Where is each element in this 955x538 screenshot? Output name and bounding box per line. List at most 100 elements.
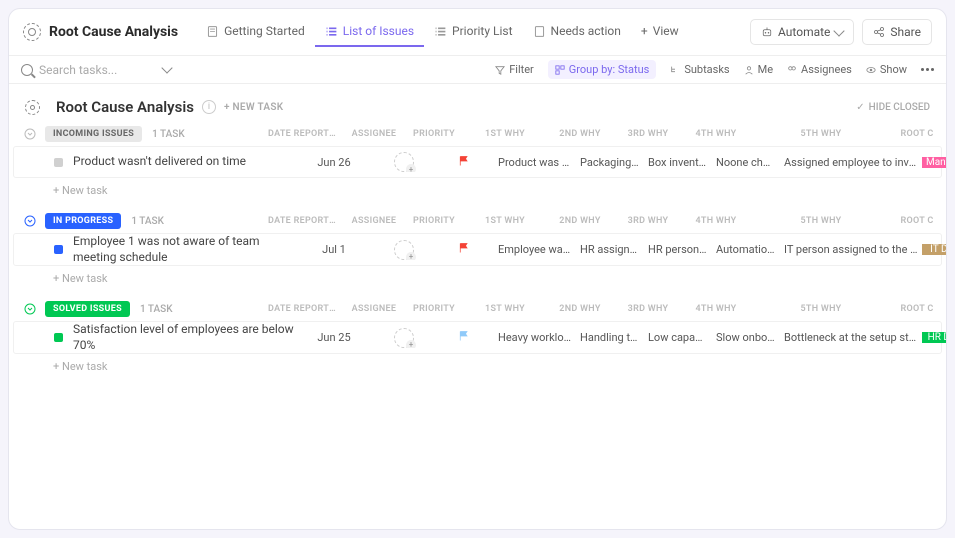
assignee-avatar [394, 240, 414, 260]
collapse-toggle[interactable] [23, 127, 37, 141]
add-task-button[interactable]: + New task [13, 266, 942, 285]
cell-why4: Automation f... [712, 243, 780, 256]
status-square [54, 158, 63, 167]
cell-why3: Low capacity ... [644, 331, 712, 344]
cell-why3: HR person ti... [644, 243, 712, 256]
cell-priority[interactable] [434, 155, 494, 170]
collapse-toggle[interactable] [23, 302, 37, 316]
cell-date: Jun 25 [294, 331, 374, 344]
add-view-button[interactable]: + View [631, 17, 689, 47]
tool-label: Subtasks [684, 63, 729, 76]
task-count: 1 TASK [140, 304, 173, 315]
task-row[interactable]: Product wasn't delivered on time Jun 26 … [13, 146, 942, 178]
col-why3: 3RD WHY [614, 216, 682, 226]
toolbar: Search tasks... Filter Group by: Status … [9, 56, 946, 84]
cell-date: Jun 26 [294, 156, 374, 169]
assignee-avatar [394, 152, 414, 172]
cell-date: Jul 1 [294, 243, 374, 256]
cell-root-cause: Manpo [922, 157, 946, 168]
add-task-button[interactable]: + New task [13, 178, 942, 197]
doc-icon [533, 25, 546, 38]
status-square [54, 245, 63, 254]
flag-icon [458, 242, 470, 254]
hide-closed-button[interactable]: ✓ HIDE CLOSED [856, 102, 930, 113]
show-button[interactable]: Show [866, 63, 907, 76]
people-icon [787, 65, 797, 75]
col-why3: 3RD WHY [614, 304, 682, 314]
me-button[interactable]: Me [744, 63, 773, 76]
cell-priority[interactable] [434, 242, 494, 257]
col-root: ROOT C [892, 129, 942, 139]
groupby-button[interactable]: Group by: Status [548, 60, 657, 79]
search-input[interactable]: Search tasks... [21, 63, 171, 77]
assignees-button[interactable]: Assignees [787, 63, 852, 76]
check-icon: ✓ [856, 102, 864, 113]
col-why2: 2ND WHY [546, 216, 614, 226]
flag-icon [458, 330, 470, 342]
status-group: SOLVED ISSUES 1 TASK DATE REPORTED ASSIG… [13, 301, 942, 373]
col-why1: 1ST WHY [464, 129, 546, 139]
doc-icon [206, 25, 219, 38]
cell-priority[interactable] [434, 330, 494, 345]
app-window: Root Cause Analysis Getting Started List… [8, 8, 947, 530]
cell-why4: Noone check... [712, 156, 780, 169]
app-title: Root Cause Analysis [49, 24, 178, 40]
col-why5: 5TH WHY [750, 129, 892, 139]
task-name: Satisfaction level of employees are belo… [73, 322, 294, 353]
cell-assignee[interactable] [374, 240, 434, 260]
filter-icon [495, 65, 505, 75]
tab-label: Needs action [551, 24, 621, 38]
share-button[interactable]: Share [862, 19, 932, 45]
task-name: Employee 1 was not aware of team meeting… [73, 234, 294, 265]
new-task-button[interactable]: + NEW TASK [224, 102, 284, 113]
assignee-avatar [394, 328, 414, 348]
col-priority: PRIORITY [404, 129, 464, 139]
tool-label: Filter [509, 63, 534, 76]
more-button[interactable] [921, 68, 934, 71]
cell-why2: Packaging wa... [576, 156, 644, 169]
filter-button[interactable]: Filter [495, 63, 534, 76]
cell-assignee[interactable] [374, 152, 434, 172]
cell-root-cause: IT Depa [922, 244, 946, 255]
status-pill[interactable]: INCOMING ISSUES [45, 126, 142, 142]
automate-button[interactable]: Automate [750, 19, 854, 45]
col-why1: 1ST WHY [464, 216, 546, 226]
cell-why3: Box inventory... [644, 156, 712, 169]
info-icon[interactable]: i [202, 100, 216, 114]
col-date: DATE REPORTED [264, 304, 344, 314]
cell-why5: Bottleneck at the setup stage of onb... [780, 331, 922, 344]
robot-icon [761, 26, 773, 38]
tool-label: Assignees [801, 63, 852, 76]
task-row[interactable]: Employee 1 was not aware of team meeting… [13, 233, 942, 266]
task-row[interactable]: Satisfaction level of employees are belo… [13, 321, 942, 354]
top-bar: Root Cause Analysis Getting Started List… [9, 9, 946, 56]
tab-list-of-issues[interactable]: List of Issues [315, 17, 424, 47]
tab-priority-list[interactable]: Priority List [424, 17, 522, 47]
col-why2: 2ND WHY [546, 304, 614, 314]
cell-why1: Employee was not ... [494, 243, 576, 256]
col-why4: 4TH WHY [682, 304, 750, 314]
col-date: DATE REPORTED [264, 129, 344, 139]
col-root: ROOT C [892, 216, 942, 226]
subtasks-button[interactable]: Subtasks [670, 63, 729, 76]
col-why1: 1ST WHY [464, 304, 546, 314]
col-why2: 2ND WHY [546, 129, 614, 139]
col-why5: 5TH WHY [750, 304, 892, 314]
tab-getting-started[interactable]: Getting Started [196, 17, 315, 47]
cell-why4: Slow onboard... [712, 331, 780, 344]
task-count: 1 TASK [152, 129, 185, 140]
tool-label: Show [880, 63, 907, 76]
add-task-button[interactable]: + New task [13, 354, 942, 373]
status-pill[interactable]: SOLVED ISSUES [45, 301, 130, 317]
col-root: ROOT C [892, 304, 942, 314]
status-pill[interactable]: IN PROGRESS [45, 213, 121, 229]
tool-label: Me [758, 63, 773, 76]
eye-icon [866, 65, 876, 75]
cell-assignee[interactable] [374, 328, 434, 348]
task-name: Product wasn't delivered on time [73, 154, 246, 170]
cell-why2: HR assigned t... [576, 243, 644, 256]
col-assignee: ASSIGNEE [344, 304, 404, 314]
tab-needs-action[interactable]: Needs action [523, 17, 631, 47]
search-icon [21, 64, 33, 76]
collapse-toggle[interactable] [23, 214, 37, 228]
